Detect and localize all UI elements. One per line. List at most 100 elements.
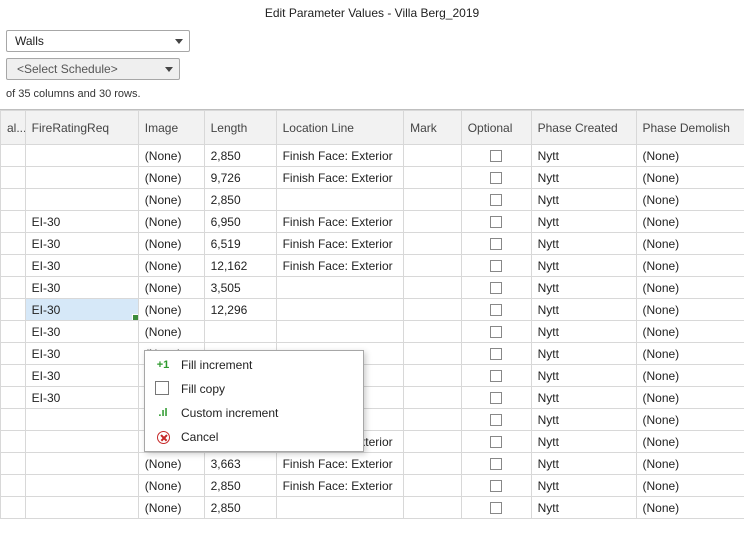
cell-phase-created[interactable]: Nytt bbox=[531, 475, 636, 497]
cell-partial[interactable] bbox=[1, 255, 26, 277]
cell-length[interactable]: 3,663 bbox=[204, 453, 276, 475]
cell-location[interactable] bbox=[276, 497, 404, 519]
cell-fire-rating[interactable]: EI-30 bbox=[25, 299, 138, 321]
cell-length[interactable]: 9,726 bbox=[204, 167, 276, 189]
table-row[interactable]: EI-30(None)12,162Finish Face: ExteriorNy… bbox=[1, 255, 744, 277]
cell-location[interactable]: Finish Face: Exterior bbox=[276, 233, 404, 255]
checkbox-icon[interactable] bbox=[490, 458, 502, 470]
cell-image[interactable]: (None) bbox=[138, 233, 204, 255]
cell-length[interactable]: 6,950 bbox=[204, 211, 276, 233]
checkbox-icon[interactable] bbox=[490, 436, 502, 448]
parameter-table[interactable]: al... FireRatingReq Image Length Locatio… bbox=[0, 110, 744, 519]
table-row[interactable]: EI-30(None)3,505Nytt(None) bbox=[1, 277, 744, 299]
cell-length[interactable]: 12,296 bbox=[204, 299, 276, 321]
cell-image[interactable]: (None) bbox=[138, 277, 204, 299]
cell-phase-demolished[interactable]: (None) bbox=[636, 409, 744, 431]
checkbox-icon[interactable] bbox=[490, 480, 502, 492]
column-header-phase-created[interactable]: Phase Created bbox=[531, 111, 636, 145]
cell-partial[interactable] bbox=[1, 409, 26, 431]
cell-fire-rating[interactable]: EI-30 bbox=[25, 255, 138, 277]
cell-phase-created[interactable]: Nytt bbox=[531, 277, 636, 299]
cell-partial[interactable] bbox=[1, 233, 26, 255]
cell-phase-demolished[interactable]: (None) bbox=[636, 299, 744, 321]
checkbox-icon[interactable] bbox=[490, 304, 502, 316]
cell-phase-created[interactable]: Nytt bbox=[531, 167, 636, 189]
cell-optional[interactable] bbox=[461, 365, 531, 387]
cell-partial[interactable] bbox=[1, 211, 26, 233]
cell-phase-created[interactable]: Nytt bbox=[531, 233, 636, 255]
cell-image[interactable]: (None) bbox=[138, 145, 204, 167]
cell-phase-demolished[interactable]: (None) bbox=[636, 475, 744, 497]
cell-phase-demolished[interactable]: (None) bbox=[636, 189, 744, 211]
cell-mark[interactable] bbox=[404, 167, 462, 189]
cell-phase-demolished[interactable]: (None) bbox=[636, 255, 744, 277]
cell-partial[interactable] bbox=[1, 387, 26, 409]
cell-length[interactable]: 2,850 bbox=[204, 145, 276, 167]
cell-location[interactable] bbox=[276, 321, 404, 343]
checkbox-icon[interactable] bbox=[490, 348, 502, 360]
cell-fire-rating[interactable] bbox=[25, 431, 138, 453]
cell-mark[interactable] bbox=[404, 189, 462, 211]
table-row[interactable]: (None)9,726Finish Face: ExteriorNytt(Non… bbox=[1, 167, 744, 189]
checkbox-icon[interactable] bbox=[490, 172, 502, 184]
checkbox-icon[interactable] bbox=[490, 414, 502, 426]
cell-partial[interactable] bbox=[1, 167, 26, 189]
checkbox-icon[interactable] bbox=[490, 392, 502, 404]
table-row[interactable]: EI-30(None)12,296Nytt(None) bbox=[1, 299, 744, 321]
cell-mark[interactable] bbox=[404, 409, 462, 431]
cell-phase-created[interactable]: Nytt bbox=[531, 299, 636, 321]
cell-phase-demolished[interactable]: (None) bbox=[636, 321, 744, 343]
cell-optional[interactable] bbox=[461, 167, 531, 189]
cell-location[interactable] bbox=[276, 277, 404, 299]
cell-length[interactable]: 2,850 bbox=[204, 497, 276, 519]
cell-image[interactable]: (None) bbox=[138, 321, 204, 343]
cell-partial[interactable] bbox=[1, 453, 26, 475]
cell-phase-created[interactable]: Nytt bbox=[531, 409, 636, 431]
column-header-length[interactable]: Length bbox=[204, 111, 276, 145]
cell-image[interactable]: (None) bbox=[138, 299, 204, 321]
cell-location[interactable]: Finish Face: Exterior bbox=[276, 211, 404, 233]
cell-fire-rating[interactable]: EI-30 bbox=[25, 365, 138, 387]
cell-mark[interactable] bbox=[404, 365, 462, 387]
checkbox-icon[interactable] bbox=[490, 282, 502, 294]
cell-phase-created[interactable]: Nytt bbox=[531, 145, 636, 167]
cell-optional[interactable] bbox=[461, 145, 531, 167]
table-row[interactable]: EI-30(None)Nytt(None) bbox=[1, 365, 744, 387]
cell-phase-created[interactable]: Nytt bbox=[531, 255, 636, 277]
table-row[interactable]: EI-30(None)Nytt(None) bbox=[1, 321, 744, 343]
cell-mark[interactable] bbox=[404, 431, 462, 453]
cell-fire-rating[interactable]: EI-30 bbox=[25, 211, 138, 233]
table-row[interactable]: EI-30(None)Nytt(None) bbox=[1, 343, 744, 365]
table-row[interactable]: (None)6,191Nytt(None) bbox=[1, 409, 744, 431]
cell-length[interactable]: 2,850 bbox=[204, 189, 276, 211]
cell-partial[interactable] bbox=[1, 321, 26, 343]
cell-mark[interactable] bbox=[404, 145, 462, 167]
cell-partial[interactable] bbox=[1, 365, 26, 387]
cell-image[interactable]: (None) bbox=[138, 453, 204, 475]
cell-location[interactable]: Finish Face: Exterior bbox=[276, 255, 404, 277]
cell-optional[interactable] bbox=[461, 321, 531, 343]
cell-mark[interactable] bbox=[404, 321, 462, 343]
table-row[interactable]: EI-30(None)6,519Finish Face: ExteriorNyt… bbox=[1, 233, 744, 255]
cell-phase-created[interactable]: Nytt bbox=[531, 431, 636, 453]
table-row[interactable]: (None)2,850Nytt(None) bbox=[1, 189, 744, 211]
cell-phase-created[interactable]: Nytt bbox=[531, 453, 636, 475]
column-header-mark[interactable]: Mark bbox=[404, 111, 462, 145]
cell-partial[interactable] bbox=[1, 497, 26, 519]
cell-phase-created[interactable]: Nytt bbox=[531, 365, 636, 387]
cell-mark[interactable] bbox=[404, 211, 462, 233]
category-dropdown[interactable]: Walls bbox=[6, 30, 190, 52]
cell-phase-demolished[interactable]: (None) bbox=[636, 387, 744, 409]
cell-fire-rating[interactable]: EI-30 bbox=[25, 321, 138, 343]
cell-mark[interactable] bbox=[404, 233, 462, 255]
context-menu-fill-copy[interactable]: Fill copy bbox=[145, 377, 363, 401]
cell-optional[interactable] bbox=[461, 255, 531, 277]
cell-fire-rating[interactable] bbox=[25, 497, 138, 519]
cell-mark[interactable] bbox=[404, 277, 462, 299]
cell-fire-rating[interactable]: EI-30 bbox=[25, 343, 138, 365]
checkbox-icon[interactable] bbox=[490, 238, 502, 250]
cell-optional[interactable] bbox=[461, 299, 531, 321]
cell-mark[interactable] bbox=[404, 299, 462, 321]
column-header-optional[interactable]: Optional bbox=[461, 111, 531, 145]
cell-phase-demolished[interactable]: (None) bbox=[636, 233, 744, 255]
